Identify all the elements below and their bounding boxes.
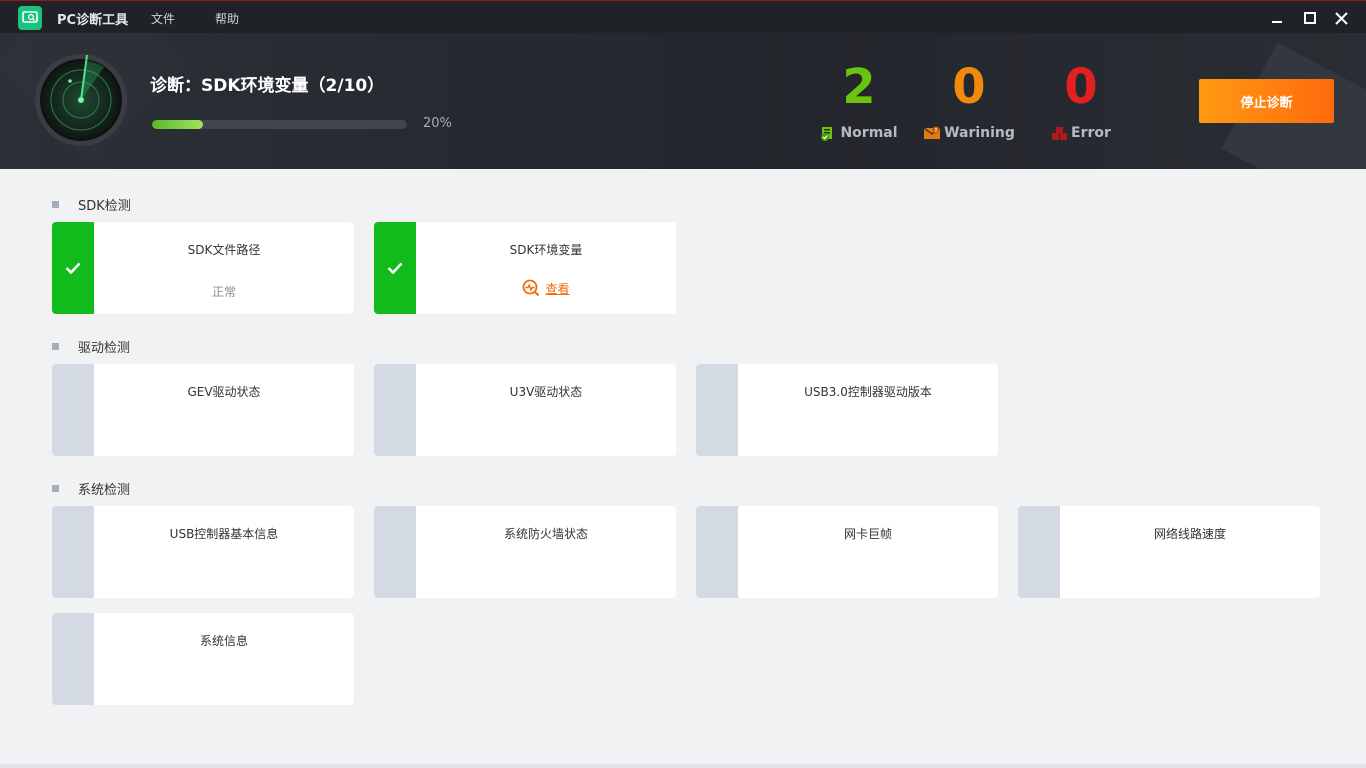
check-status-strip (374, 222, 416, 314)
app-logo-icon (18, 6, 42, 30)
progress-bar (152, 120, 407, 129)
check-card-sdk-env-var[interactable]: SDK环境变量 查看 (374, 222, 676, 314)
check-name: GEV驱动状态 (187, 385, 261, 399)
warning-label: Warining (944, 125, 1015, 141)
check-status-strip (374, 506, 416, 598)
normal-label: Normal (840, 125, 898, 141)
diagnosis-title: 诊断：SDK环境变量（2/10） (150, 76, 385, 96)
warning-count: 0 (952, 59, 986, 115)
section-bullet-icon (52, 343, 59, 350)
maximize-icon[interactable] (1301, 9, 1319, 27)
check-card-system-info[interactable]: 系统信息 (52, 613, 354, 705)
check-card-firewall[interactable]: 系统防火墙状态 (374, 506, 676, 598)
section-title-sdk: SDK检测 (52, 195, 131, 214)
check-card-usb-controller-info[interactable]: USB控制器基本信息 (52, 506, 354, 598)
progress-fill (152, 120, 203, 129)
magnifier-icon (523, 279, 540, 297)
section-title-system: 系统检测 (52, 479, 130, 498)
check-name: USB3.0控制器驱动版本 (804, 385, 932, 399)
section-bullet-icon (52, 201, 59, 208)
check-status-strip (696, 364, 738, 456)
menu-file[interactable]: 文件 (151, 10, 175, 27)
error-label: Error (1071, 125, 1111, 141)
check-name: SDK环境变量 (509, 243, 583, 257)
error-count: 0 (1064, 59, 1098, 115)
check-status-strip (52, 364, 94, 456)
check-status-text: 正常 (211, 285, 236, 299)
view-details-link[interactable]: 查看 (416, 279, 676, 297)
diagnosis-header: 诊断：SDK环境变量（2/10） 20% 2 Normal 0 Warining… (0, 33, 1366, 169)
check-status-strip (696, 506, 738, 598)
check-card-sdk-file-path[interactable]: SDK文件路径 正常 (52, 222, 354, 314)
check-status-strip (52, 613, 94, 705)
check-status-strip (52, 506, 94, 598)
stat-error: 0 Error (1021, 61, 1141, 141)
check-name: USB控制器基本信息 (169, 527, 279, 541)
section-title-driver: 驱动检测 (52, 337, 130, 356)
view-link-label[interactable]: 查看 (545, 280, 569, 297)
check-name: U3V驱动状态 (509, 385, 583, 399)
check-card-u3v-driver[interactable]: U3V驱动状态 (374, 364, 676, 456)
check-card-network-speed[interactable]: 网络线路速度 (1018, 506, 1320, 598)
check-name: 网络线路速度 (1153, 527, 1226, 541)
check-name: 系统防火墙状态 (503, 527, 588, 541)
check-icon (65, 262, 81, 274)
error-icon (1052, 126, 1068, 140)
menu-help[interactable]: 帮助 (215, 10, 239, 27)
window-bottom-border (0, 764, 1366, 768)
check-status-strip (1018, 506, 1060, 598)
stat-normal: 2 Normal (799, 61, 919, 141)
check-card-gev-driver[interactable]: GEV驱动状态 (52, 364, 354, 456)
app-title: PC诊断工具 (57, 13, 129, 28)
warning-icon (923, 126, 941, 139)
check-icon (387, 262, 403, 274)
check-status-strip (374, 364, 416, 456)
minimize-icon[interactable] (1268, 9, 1286, 27)
progress-percent: 20% (423, 116, 452, 131)
check-name: SDK文件路径 (187, 243, 261, 257)
normal-count: 2 (842, 59, 876, 115)
stop-diagnosis-button[interactable]: 停止诊断 (1199, 79, 1334, 123)
normal-icon (821, 126, 833, 141)
close-icon[interactable] (1332, 9, 1350, 27)
check-name: 系统信息 (199, 634, 248, 648)
check-card-usb3-driver-version[interactable]: USB3.0控制器驱动版本 (696, 364, 998, 456)
check-status-strip (52, 222, 94, 314)
title-bar: PC诊断工具 文件 帮助 (0, 0, 1366, 33)
stat-warning: 0 Warining (909, 61, 1029, 141)
check-name: 网卡巨帧 (843, 527, 892, 541)
section-bullet-icon (52, 485, 59, 492)
check-card-jumbo-frame[interactable]: 网卡巨帧 (696, 506, 998, 598)
radar-icon (35, 54, 127, 146)
